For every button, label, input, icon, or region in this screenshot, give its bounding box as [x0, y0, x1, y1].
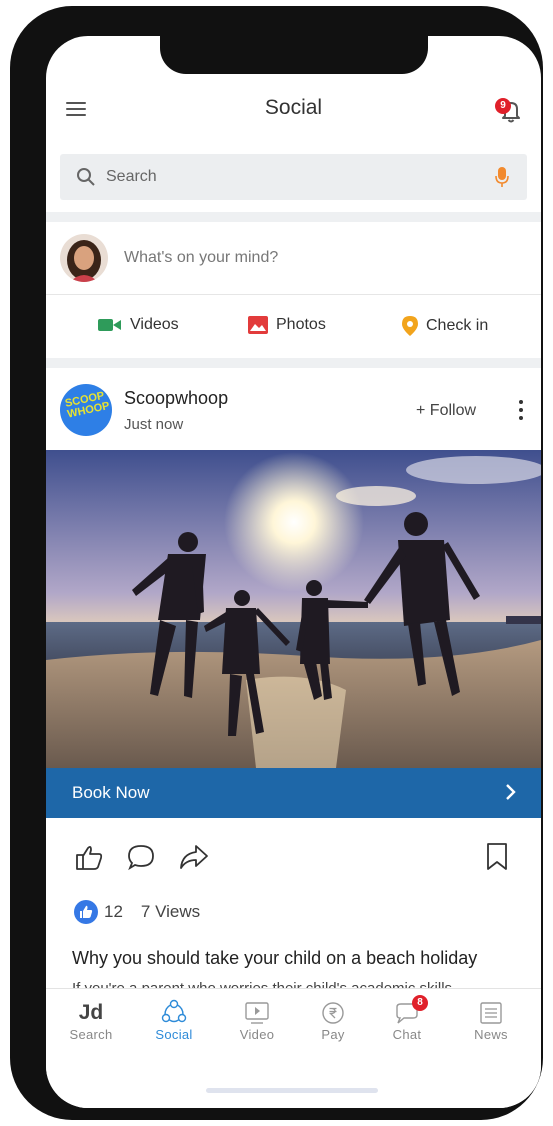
- tab-chat[interactable]: 8 Chat: [372, 995, 442, 1042]
- logo-text: SCOOP WHOOP: [64, 389, 111, 421]
- more-options-icon[interactable]: [519, 400, 525, 424]
- videos-action-button[interactable]: Videos: [98, 316, 179, 334]
- tab-pay[interactable]: Pay: [298, 999, 368, 1042]
- tab-chat-label: Chat: [392, 1027, 422, 1042]
- view-count: 7 Views: [140, 902, 201, 921]
- post-reactions-bar: [46, 836, 541, 880]
- search-placeholder: Search: [106, 168, 157, 185]
- comment-icon[interactable]: [126, 842, 156, 872]
- rupee-icon: [322, 1002, 344, 1024]
- composer-actions: Videos Photos Check in: [46, 294, 541, 358]
- section-divider: [46, 358, 541, 368]
- location-pin-icon: [402, 316, 418, 336]
- chat-count-badge: 8: [412, 995, 428, 1011]
- notification-count-badge: 9: [495, 98, 511, 114]
- follow-button[interactable]: + Follow: [416, 402, 476, 420]
- tab-video[interactable]: Video: [222, 999, 292, 1042]
- photos-icon: [248, 316, 268, 334]
- post-author[interactable]: Scoopwhoop: [124, 388, 228, 409]
- tab-news-label: News: [474, 1027, 508, 1042]
- check-in-label: Check in: [426, 317, 489, 334]
- post-stats: 12 7 Views: [74, 898, 200, 926]
- tab-news[interactable]: News: [456, 999, 526, 1042]
- share-arrow-icon[interactable]: [178, 842, 210, 872]
- post-image[interactable]: [46, 450, 541, 768]
- tab-video-label: Video: [239, 1027, 275, 1042]
- tab-social[interactable]: Social: [139, 999, 209, 1042]
- book-now-button[interactable]: Book Now: [46, 768, 541, 818]
- social-icon: [161, 999, 187, 1023]
- tab-search-label: Search: [69, 1027, 113, 1042]
- app-header: Social 9: [46, 92, 541, 128]
- app-screen: Social 9 Search What's on your mind? Vid…: [46, 36, 541, 1108]
- device-notch: [160, 34, 428, 74]
- post-composer[interactable]: What's on your mind?: [46, 226, 541, 292]
- search-icon: [77, 168, 95, 186]
- home-indicator[interactable]: [206, 1088, 378, 1093]
- photos-action-button[interactable]: Photos: [248, 316, 326, 334]
- post-headline[interactable]: Why you should take your child on a beac…: [72, 948, 477, 969]
- jd-logo-icon: Jd: [78, 1001, 104, 1024]
- book-now-label: Book Now: [72, 783, 150, 802]
- video-play-icon: [245, 1002, 269, 1024]
- notification-bell-icon[interactable]: 9: [495, 96, 525, 124]
- search-bar[interactable]: Search: [60, 154, 527, 200]
- like-count[interactable]: 12: [104, 902, 123, 922]
- section-divider: [46, 212, 541, 222]
- like-thumbs-up-icon[interactable]: [74, 842, 104, 872]
- tab-pay-label: Pay: [321, 1027, 345, 1042]
- phone-frame: Social 9 Search What's on your mind? Vid…: [10, 6, 543, 1120]
- microphone-icon[interactable]: [495, 166, 509, 188]
- tab-search[interactable]: Jd Search: [56, 999, 126, 1042]
- page-title: Social: [264, 96, 323, 119]
- photos-label: Photos: [276, 316, 326, 333]
- post-timestamp: Just now: [124, 416, 184, 433]
- chevron-right-icon: [506, 784, 516, 800]
- composer-prompt: What's on your mind?: [124, 249, 279, 266]
- videos-label: Videos: [130, 316, 179, 333]
- news-icon: [480, 1002, 502, 1024]
- scoopwhoop-logo[interactable]: SCOOP WHOOP: [60, 384, 112, 436]
- user-avatar: [60, 234, 108, 282]
- check-in-action-button[interactable]: Check in: [402, 316, 488, 336]
- bookmark-icon[interactable]: [486, 842, 508, 872]
- tab-social-label: Social: [155, 1027, 193, 1042]
- video-icon: [98, 319, 121, 331]
- post-header: SCOOP WHOOP Scoopwhoop Just now + Follow: [46, 370, 541, 450]
- like-badge-icon: [74, 900, 98, 924]
